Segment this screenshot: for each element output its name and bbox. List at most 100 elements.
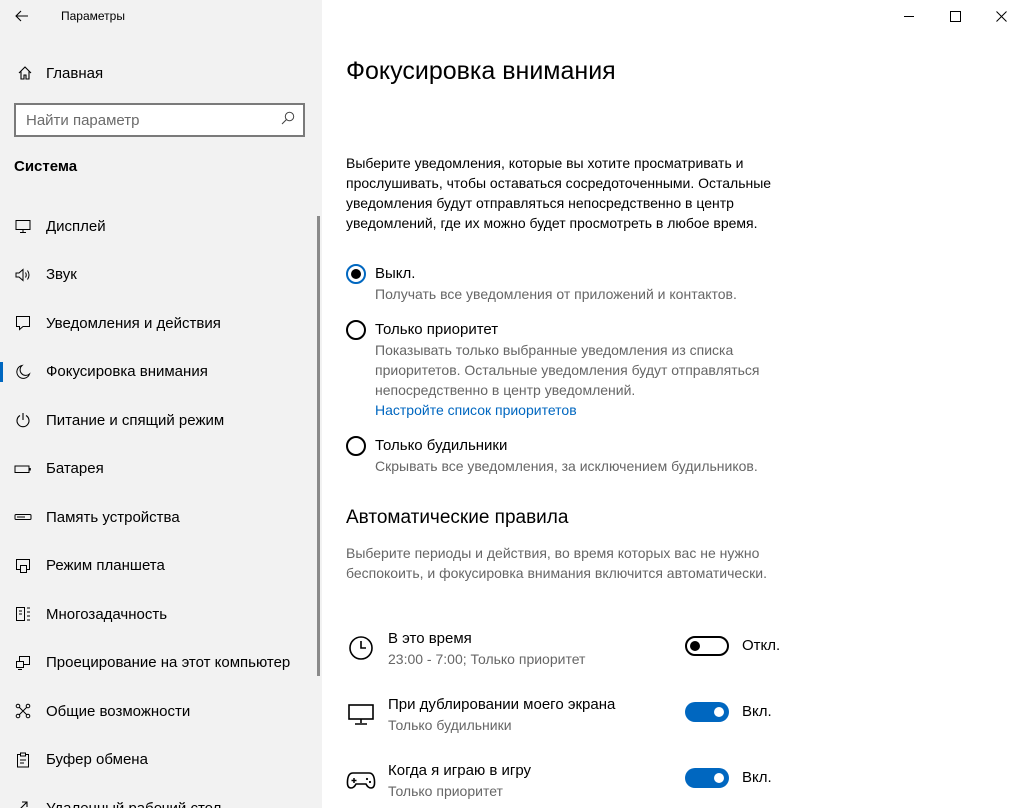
sidebar-item-notifications[interactable]: Уведомления и действия — [0, 299, 322, 348]
close-button[interactable] — [978, 0, 1024, 32]
radio-alarms-only[interactable]: Только будильники Скрывать все уведомлен… — [346, 434, 806, 490]
radio-text: Выкл. Получать все уведомления от прилож… — [375, 262, 737, 304]
sidebar-item-label: Общие возможности — [46, 702, 191, 720]
section-title: Система — [14, 158, 78, 175]
minimize-button[interactable] — [886, 0, 932, 32]
title-bar: Параметры — [0, 0, 322, 32]
rule-name: В это время — [388, 630, 472, 647]
toggle-state-label: Вкл. — [742, 769, 772, 786]
sidebar-item-label: Дисплей — [46, 217, 106, 235]
home-nav-item[interactable]: Главная — [0, 56, 322, 90]
sidebar-item-display[interactable]: Дисплей — [0, 202, 322, 251]
back-button[interactable] — [0, 0, 44, 32]
sidebar-item-label: Многозадачность — [46, 605, 168, 623]
rule-toggle[interactable] — [685, 636, 729, 656]
toggle-state-label: Вкл. — [742, 703, 772, 720]
rule-text: При дублировании моего экрана Только буд… — [388, 695, 615, 735]
radio-text: Только приоритет Показывать только выбра… — [375, 318, 795, 420]
search-box[interactable] — [14, 103, 305, 137]
sidebar-item-sound[interactable]: Звук — [0, 251, 322, 300]
rule-duplicating-display[interactable]: При дублировании моего экрана Только буд… — [346, 691, 806, 737]
rule-playing-game[interactable]: Когда я играю в игру Только приоритет Вк… — [346, 757, 806, 803]
sidebar-item-label: Проецирование на этот компьютер — [46, 654, 291, 672]
rule-subtitle: Только будильники — [388, 717, 512, 733]
project-icon — [14, 654, 32, 672]
power-icon — [14, 411, 32, 429]
app-title: Параметры — [61, 9, 125, 23]
home-label: Главная — [46, 64, 104, 82]
radio-button[interactable] — [346, 264, 366, 284]
radio-label: Выкл. — [375, 265, 416, 282]
sidebar-item-projecting[interactable]: Проецирование на этот компьютер — [0, 639, 322, 688]
sidebar-item-label: Звук — [46, 266, 77, 284]
tablet-icon — [14, 557, 32, 575]
storage-icon — [14, 508, 32, 526]
clock-icon — [346, 633, 376, 663]
rule-text: В это время 23:00 - 7:00; Только приорит… — [388, 629, 585, 669]
radio-priority-only[interactable]: Только приоритет Показывать только выбра… — [346, 318, 806, 434]
monitor-icon — [14, 217, 32, 235]
sidebar-item-clipboard[interactable]: Буфер обмена — [0, 736, 322, 785]
rule-name: Когда я играю в игру — [388, 762, 532, 779]
radio-description: Показывать только выбранные уведомления … — [375, 342, 760, 398]
rule-toggle[interactable] — [685, 702, 729, 722]
radio-button[interactable] — [346, 436, 366, 456]
rule-name: При дублировании моего экрана — [388, 696, 616, 713]
radio-button[interactable] — [346, 320, 366, 340]
multitask-icon — [14, 605, 32, 623]
close-icon — [995, 10, 1007, 22]
sidebar-item-remote-desktop[interactable]: Удаленный рабочий стол — [0, 784, 322, 808]
radio-text: Только будильники Скрывать все уведомлен… — [375, 434, 758, 476]
battery-icon — [14, 460, 32, 478]
automatic-rules-title: Автоматические правила — [346, 507, 569, 528]
radio-description: Скрывать все уведомления, за исключением… — [375, 458, 758, 474]
radio-label: Только будильники — [375, 437, 508, 454]
moon-icon — [14, 363, 32, 381]
rule-subtitle: Только приоритет — [388, 783, 503, 799]
shared-icon — [14, 702, 32, 720]
sidebar-item-tablet-mode[interactable]: Режим планшета — [0, 542, 322, 591]
search-icon[interactable] — [281, 111, 295, 130]
maximize-icon — [949, 10, 961, 22]
sidebar-item-label: Питание и спящий режим — [46, 411, 225, 429]
sidebar-item-storage[interactable]: Память устройства — [0, 493, 322, 542]
radio-description: Получать все уведомления от приложений и… — [375, 286, 737, 302]
window-controls — [886, 0, 1024, 32]
clipboard-icon — [14, 751, 32, 769]
sidebar-item-battery[interactable]: Батарея — [0, 445, 322, 494]
search-input[interactable] — [26, 111, 266, 129]
rule-during-these-times[interactable]: В это время 23:00 - 7:00; Только приорит… — [346, 625, 806, 671]
radio-off[interactable]: Выкл. Получать все уведомления от прилож… — [346, 262, 806, 318]
sidebar-item-label: Уведомления и действия — [46, 314, 221, 332]
sidebar: Параметры Главная Система Дисплей Звук У… — [0, 0, 322, 808]
sidebar-item-shared-experiences[interactable]: Общие возможности — [0, 687, 322, 736]
sidebar-item-label: Батарея — [46, 460, 104, 478]
display-icon — [346, 699, 376, 729]
rule-toggle[interactable] — [685, 768, 729, 788]
gamepad-icon — [346, 765, 376, 795]
sidebar-item-label: Фокусировка внимания — [46, 363, 208, 381]
sidebar-item-multitasking[interactable]: Многозадачность — [0, 590, 322, 639]
customize-priority-list-link[interactable]: Настройте список приоритетов — [375, 400, 795, 420]
speaker-icon — [14, 266, 32, 284]
page-description: Выберите уведомления, которые вы хотите … — [346, 155, 772, 231]
sidebar-item-label: Удаленный рабочий стол — [46, 800, 221, 808]
sidebar-item-focus-assist[interactable]: Фокусировка внимания — [0, 348, 322, 397]
sidebar-item-power[interactable]: Питание и спящий режим — [0, 396, 322, 445]
page-title: Фокусировка внимания — [346, 57, 616, 85]
radio-label: Только приоритет — [375, 321, 499, 338]
sidebar-nav: Дисплей Звук Уведомления и действия Фоку… — [0, 202, 322, 808]
minimize-icon — [903, 15, 914, 17]
sidebar-item-label: Буфер обмена — [46, 751, 148, 769]
rule-text: Когда я играю в игру Только приоритет — [388, 761, 531, 801]
automatic-rules-description: Выберите периоды и действия, во время ко… — [346, 545, 768, 581]
sidebar-item-label: Память устройства — [46, 508, 180, 526]
back-arrow-icon — [15, 10, 28, 22]
sidebar-item-label: Режим планшета — [46, 557, 165, 575]
toggle-state-label: Откл. — [742, 637, 781, 654]
sidebar-scrollbar[interactable] — [317, 216, 320, 676]
home-icon — [16, 64, 34, 82]
notification-icon — [14, 314, 32, 332]
maximize-button[interactable] — [932, 0, 978, 32]
focus-mode-radio-group: Выкл. Получать все уведомления от прилож… — [346, 262, 806, 490]
